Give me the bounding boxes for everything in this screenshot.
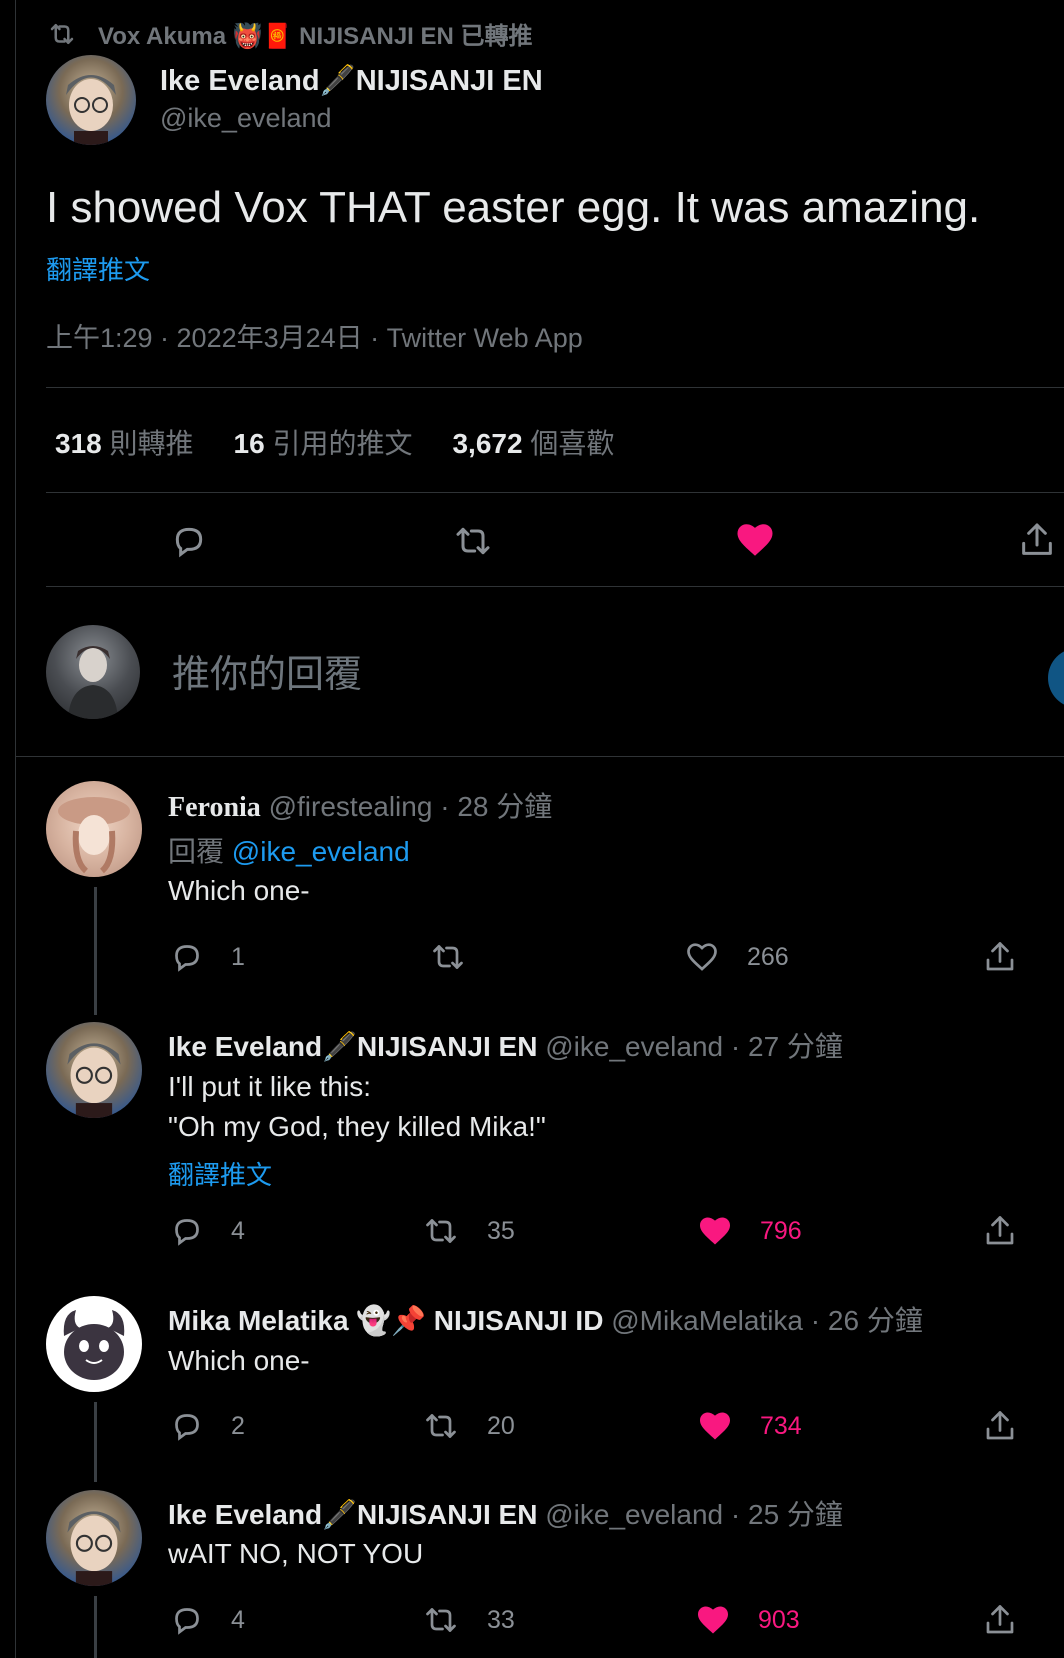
retweet-action[interactable]: 20 bbox=[421, 1408, 515, 1444]
like-count: 266 bbox=[747, 942, 789, 971]
reply-header: Ike Eveland🖋️NIJISANJI EN @ike_eveland ·… bbox=[168, 1493, 843, 1533]
reply-avatar[interactable] bbox=[46, 1490, 142, 1586]
reply-icon bbox=[169, 1408, 205, 1444]
reply-time[interactable]: · 26 分鐘 bbox=[811, 1305, 923, 1336]
retweet-action[interactable] bbox=[428, 939, 494, 975]
heart-filled-icon bbox=[696, 1408, 734, 1444]
reply-author-handle[interactable]: @firestealing bbox=[269, 791, 433, 822]
retweet-icon[interactable] bbox=[451, 521, 495, 561]
reply-author-name[interactable]: Feronia bbox=[168, 792, 261, 823]
divider bbox=[46, 492, 1064, 493]
reply-text-line-2: "Oh my God, they killed Mika!" bbox=[168, 1111, 546, 1142]
thread-line bbox=[94, 887, 97, 1015]
tweet-meta: 上午1:29 · 2022年3月24日 · Twitter Web App bbox=[46, 323, 583, 353]
reply-count: 4 bbox=[231, 1605, 245, 1634]
reply-author-name[interactable]: Ike Eveland🖋️NIJISANJI EN bbox=[168, 1499, 537, 1530]
retweet-banner-text[interactable]: Vox Akuma 👹🧧 NIJISANJI EN 已轉推 bbox=[98, 16, 533, 51]
like-count: 734 bbox=[760, 1411, 802, 1440]
reply-avatar[interactable] bbox=[46, 1296, 142, 1392]
retweet-action[interactable]: 35 bbox=[421, 1213, 515, 1249]
tweet-text: I showed Vox THAT easter egg. It was ama… bbox=[46, 183, 981, 232]
timeline-border bbox=[15, 0, 16, 1658]
author-handle[interactable]: @ike_eveland bbox=[160, 103, 332, 134]
reply-time[interactable]: · 25 分鐘 bbox=[731, 1499, 843, 1530]
reply-header: Mika Melatika 👻📌 NIJISANJI ID @MikaMelat… bbox=[168, 1299, 923, 1339]
reply-action[interactable]: 1 bbox=[169, 939, 245, 975]
like-action[interactable]: 734 bbox=[696, 1408, 802, 1444]
reply-text: Which one- bbox=[168, 1345, 310, 1376]
reply-count: 1 bbox=[231, 942, 245, 971]
reply-submit-button[interactable] bbox=[1048, 648, 1064, 708]
reply-avatar[interactable] bbox=[46, 1022, 142, 1118]
tweet-stats: 318 則轉推 16 引用的推文 3,672 個喜歡 bbox=[55, 422, 614, 462]
share-icon[interactable] bbox=[982, 939, 1018, 975]
retweet-banner: Vox Akuma 👹🧧 NIJISANJI EN 已轉推 bbox=[46, 16, 533, 51]
retweet-icon bbox=[421, 1213, 461, 1249]
reply-text: wAIT NO, NOT YOU bbox=[168, 1538, 424, 1569]
thread-line bbox=[94, 1596, 97, 1658]
reply-author-handle[interactable]: @MikaMelatika bbox=[611, 1305, 803, 1336]
reply-icon bbox=[169, 1602, 205, 1638]
like-count: 903 bbox=[758, 1605, 800, 1634]
divider bbox=[15, 756, 1064, 757]
reply-text-line-1: I'll put it like this: bbox=[168, 1071, 371, 1102]
retweets-stat[interactable]: 318 則轉推 bbox=[55, 422, 194, 462]
retweet-icon bbox=[421, 1602, 461, 1638]
reply-author-handle[interactable]: @ike_eveland bbox=[545, 1499, 723, 1530]
reply-input[interactable] bbox=[170, 646, 874, 704]
heart-icon bbox=[683, 939, 721, 975]
reply-author-name[interactable]: Mika Melatika 👻📌 NIJISANJI ID bbox=[168, 1305, 603, 1336]
reply-time[interactable]: · 27 分鐘 bbox=[731, 1031, 843, 1062]
heart-filled-icon bbox=[696, 1213, 734, 1249]
translate-tweet-link[interactable]: 翻譯推文 bbox=[46, 250, 150, 287]
reply-text: Which one- bbox=[168, 875, 310, 906]
reply-action[interactable]: 2 bbox=[169, 1408, 245, 1444]
quotes-stat[interactable]: 16 引用的推文 bbox=[234, 422, 413, 462]
replying-to: 回覆 @ike_eveland bbox=[168, 836, 410, 867]
reply-count: 4 bbox=[231, 1216, 245, 1245]
retweet-count: 20 bbox=[487, 1411, 515, 1440]
current-user-avatar[interactable] bbox=[46, 625, 140, 719]
reply-count: 2 bbox=[231, 1411, 245, 1440]
share-icon[interactable] bbox=[982, 1213, 1018, 1249]
reply-action[interactable]: 4 bbox=[169, 1602, 245, 1638]
author-name[interactable]: Ike Eveland🖋️NIJISANJI EN bbox=[160, 64, 543, 98]
reply-icon bbox=[169, 939, 205, 975]
reply-author-handle[interactable]: @ike_eveland bbox=[545, 1031, 723, 1062]
reply-icon[interactable] bbox=[169, 521, 209, 561]
reply-header: Feronia @firestealing · 28 分鐘 bbox=[168, 785, 552, 825]
author-avatar[interactable] bbox=[46, 55, 136, 145]
reply-avatar[interactable] bbox=[46, 781, 142, 877]
retweet-icon bbox=[428, 939, 468, 975]
retweet-icon bbox=[421, 1408, 461, 1444]
heart-filled-icon bbox=[694, 1602, 732, 1638]
divider bbox=[46, 586, 1064, 587]
reply-time[interactable]: · 28 分鐘 bbox=[440, 791, 552, 822]
retweet-count: 33 bbox=[487, 1605, 515, 1634]
share-icon[interactable] bbox=[1017, 520, 1057, 560]
like-action[interactable]: 266 bbox=[683, 939, 789, 975]
translate-tweet-link[interactable]: 翻譯推文 bbox=[168, 1155, 272, 1192]
like-action[interactable]: 796 bbox=[696, 1213, 802, 1249]
share-icon[interactable] bbox=[982, 1602, 1018, 1638]
retweet-count: 35 bbox=[487, 1216, 515, 1245]
retweet-action[interactable]: 33 bbox=[421, 1602, 515, 1638]
share-icon[interactable] bbox=[982, 1408, 1018, 1444]
likes-stat[interactable]: 3,672 個喜歡 bbox=[452, 422, 614, 462]
thread-line bbox=[94, 1402, 97, 1482]
mention-link[interactable]: @ike_eveland bbox=[232, 836, 410, 867]
reply-action[interactable]: 4 bbox=[169, 1213, 245, 1249]
divider bbox=[46, 387, 1064, 388]
reply-icon bbox=[169, 1213, 205, 1249]
reply-author-name[interactable]: Ike Eveland🖋️NIJISANJI EN bbox=[168, 1031, 537, 1062]
like-count: 796 bbox=[760, 1216, 802, 1245]
heart-filled-icon[interactable] bbox=[734, 519, 776, 561]
like-action[interactable]: 903 bbox=[694, 1602, 800, 1638]
reply-header: Ike Eveland🖋️NIJISANJI EN @ike_eveland ·… bbox=[168, 1025, 843, 1065]
retweet-icon bbox=[46, 19, 78, 49]
